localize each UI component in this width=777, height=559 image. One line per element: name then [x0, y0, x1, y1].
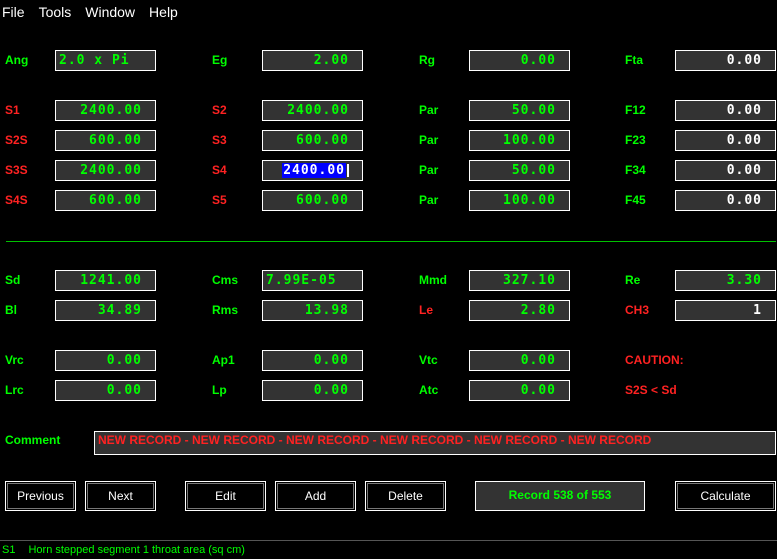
- field-sd[interactable]: 1241.00: [55, 270, 156, 291]
- field-s3s[interactable]: 2400.00: [55, 160, 156, 181]
- field-ang[interactable]: 2.0 x Pi: [55, 50, 156, 71]
- label-bl: Bl: [5, 303, 17, 317]
- caution-title: CAUTION:: [625, 353, 684, 367]
- label-le: Le: [419, 303, 434, 317]
- section-divider: [6, 241, 776, 242]
- field-vtc[interactable]: 0.00: [469, 350, 570, 371]
- menu-bar: File Tools Window Help: [0, 0, 777, 24]
- label-par-1: Par: [419, 103, 439, 117]
- label-par-3: Par: [419, 163, 439, 177]
- status-field-name: S1: [2, 544, 16, 556]
- menu-window[interactable]: Window: [85, 4, 135, 20]
- field-atc[interactable]: 0.00: [469, 380, 570, 401]
- comment-field[interactable]: NEW RECORD - NEW RECORD - NEW RECORD - N…: [94, 431, 776, 455]
- record-status: Record 538 of 553: [475, 481, 645, 511]
- field-vrc[interactable]: 0.00: [55, 350, 156, 371]
- label-lp: Lp: [212, 383, 227, 397]
- field-mmd[interactable]: 327.10: [469, 270, 570, 291]
- label-f45: F45: [625, 193, 646, 207]
- label-s4: S4: [212, 163, 227, 177]
- status-description: Horn stepped segment 1 throat area (sq c…: [28, 544, 245, 556]
- label-cms: Cms: [212, 273, 239, 287]
- field-fta[interactable]: 0.00: [675, 50, 776, 71]
- field-f12[interactable]: 0.00: [675, 100, 776, 121]
- label-par-4: Par: [419, 193, 439, 207]
- field-f23[interactable]: 0.00: [675, 130, 776, 151]
- field-re[interactable]: 3.30: [675, 270, 776, 291]
- field-s5[interactable]: 600.00: [262, 190, 363, 211]
- label-s3: S3: [212, 133, 227, 147]
- field-s4s[interactable]: 600.00: [55, 190, 156, 211]
- label-ap1: Ap1: [212, 353, 235, 367]
- field-s4-selected-text: 2400.00: [282, 163, 346, 178]
- label-rms: Rms: [212, 303, 239, 317]
- field-eg[interactable]: 2.00: [262, 50, 363, 71]
- label-eg: Eg: [212, 53, 228, 67]
- menu-file[interactable]: File: [2, 4, 25, 20]
- delete-button[interactable]: Delete: [365, 481, 446, 511]
- label-vrc: Vrc: [5, 353, 24, 367]
- label-rg: Rg: [419, 53, 435, 67]
- field-lp[interactable]: 0.00: [262, 380, 363, 401]
- label-atc: Atc: [419, 383, 439, 397]
- field-par-4[interactable]: 100.00: [469, 190, 570, 211]
- label-f23: F23: [625, 133, 646, 147]
- field-bl[interactable]: 34.89: [55, 300, 156, 321]
- label-re: Re: [625, 273, 641, 287]
- comment-label: Comment: [5, 433, 61, 447]
- field-ch3[interactable]: 1: [675, 300, 776, 321]
- label-vtc: Vtc: [419, 353, 438, 367]
- field-par-3[interactable]: 50.00: [469, 160, 570, 181]
- label-par-2: Par: [419, 133, 439, 147]
- menu-tools[interactable]: Tools: [39, 4, 72, 20]
- field-s4[interactable]: 2400.00: [262, 160, 363, 181]
- field-rg[interactable]: 0.00: [469, 50, 570, 71]
- field-f45[interactable]: 0.00: [675, 190, 776, 211]
- label-ang: Ang: [5, 53, 29, 67]
- field-par-2[interactable]: 100.00: [469, 130, 570, 151]
- field-s2[interactable]: 2400.00: [262, 100, 363, 121]
- label-s5: S5: [212, 193, 227, 207]
- field-par-1[interactable]: 50.00: [469, 100, 570, 121]
- label-ch3: CH3: [625, 303, 650, 317]
- label-s4s: S4S: [5, 193, 28, 207]
- field-lrc[interactable]: 0.00: [55, 380, 156, 401]
- field-f34[interactable]: 0.00: [675, 160, 776, 181]
- label-lrc: Lrc: [5, 383, 24, 397]
- field-s3[interactable]: 600.00: [262, 130, 363, 151]
- edit-button[interactable]: Edit: [185, 481, 266, 511]
- label-f34: F34: [625, 163, 646, 177]
- field-rms[interactable]: 13.98: [262, 300, 363, 321]
- text-caret: [347, 164, 349, 177]
- previous-button[interactable]: Previous: [5, 481, 76, 511]
- field-s2s[interactable]: 600.00: [55, 130, 156, 151]
- label-s1: S1: [5, 103, 20, 117]
- label-sd: Sd: [5, 273, 21, 287]
- status-bar: S1 Horn stepped segment 1 throat area (sq…: [0, 540, 777, 559]
- label-f12: F12: [625, 103, 646, 117]
- caution-message: S2S < Sd: [625, 383, 677, 397]
- label-s3s: S3S: [5, 163, 28, 177]
- label-s2: S2: [212, 103, 227, 117]
- label-mmd: Mmd: [419, 273, 447, 287]
- calculate-button[interactable]: Calculate: [675, 481, 776, 511]
- field-s1[interactable]: 2400.00: [55, 100, 156, 121]
- field-cms[interactable]: 7.99E-05: [262, 270, 363, 291]
- menu-help[interactable]: Help: [149, 4, 178, 20]
- label-fta: Fta: [625, 53, 643, 67]
- field-le[interactable]: 2.80: [469, 300, 570, 321]
- field-ap1[interactable]: 0.00: [262, 350, 363, 371]
- label-s2s: S2S: [5, 133, 28, 147]
- next-button[interactable]: Next: [85, 481, 156, 511]
- add-button[interactable]: Add: [275, 481, 356, 511]
